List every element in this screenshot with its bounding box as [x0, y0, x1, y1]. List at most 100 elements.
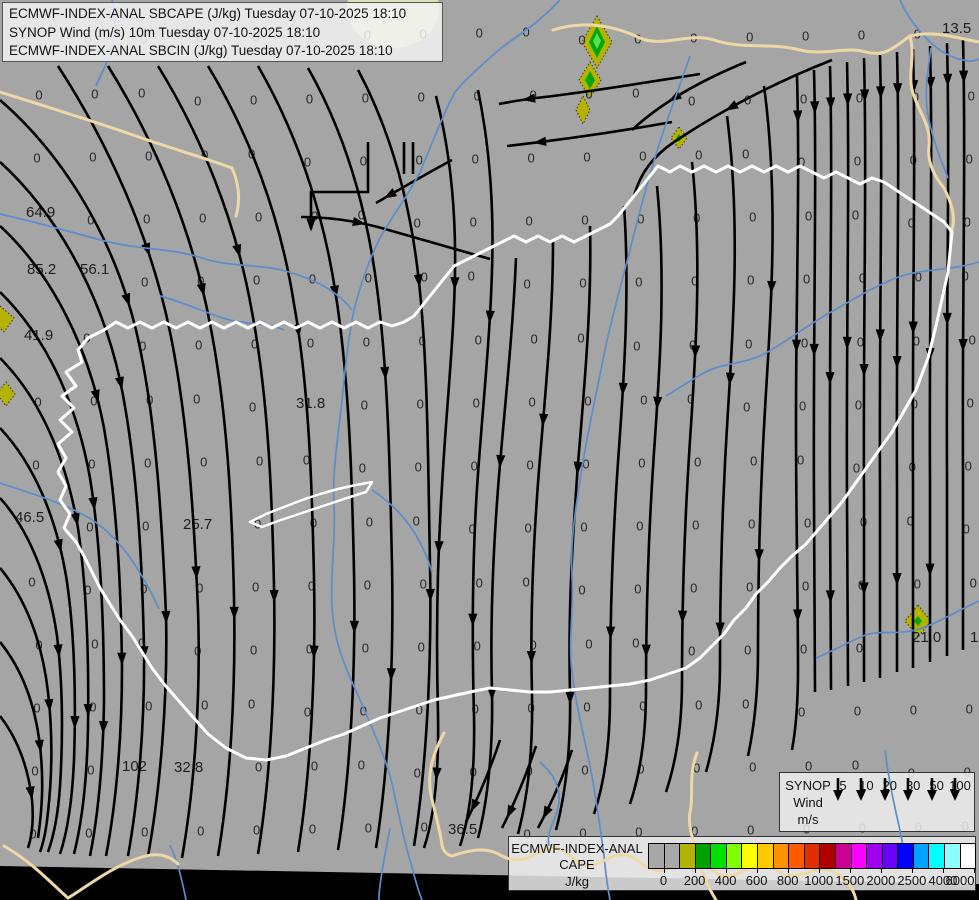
wind-streamline: [422, 95, 457, 849]
zero-value-label: 0: [145, 698, 153, 714]
streamline-arrowhead-icon: [825, 590, 835, 604]
wind-streamline: [458, 89, 494, 847]
cape-color-cell: [663, 844, 680, 868]
zero-value-label: 0: [632, 635, 640, 651]
zero-value-label: 0: [856, 334, 865, 349]
wind-scale-item: 30: [901, 776, 925, 801]
zero-value-label: 0: [855, 90, 864, 106]
zero-value-label: 0: [581, 762, 589, 778]
zero-value-label: 0: [415, 702, 423, 718]
cape-color-cell: [679, 844, 695, 868]
zero-value-label: 0: [799, 91, 808, 107]
zero-value-label: 0: [965, 701, 973, 717]
zero-value-label: 0: [578, 582, 586, 598]
zero-value-label: 0: [254, 209, 263, 225]
title-line-wind: SYNOP Wind (m/s) 10m Tuesday 07-10-2025 …: [9, 24, 321, 40]
cape-color-cell: [912, 844, 929, 868]
wind-streamline: [812, 69, 817, 693]
zero-value-label: 0: [744, 642, 752, 658]
streamline-arrowhead-icon: [380, 366, 390, 380]
rivers: [0, 0, 979, 900]
zero-value-label: 0: [855, 640, 864, 656]
cape-tick-label: 1500: [835, 873, 865, 888]
wind-streamline: [306, 67, 394, 849]
streamline-arrowhead-icon: [485, 310, 495, 324]
cape-legend-subtitle: CAPE: [559, 857, 595, 872]
zero-value-label: 0: [577, 330, 585, 345]
zero-value-label: 0: [584, 393, 592, 409]
zero-value-label: 0: [634, 581, 642, 597]
cape-color-cell: [741, 844, 758, 868]
zero-value-label: 0: [361, 640, 370, 656]
cape-tick-label: 800: [776, 873, 799, 888]
station-value-label: 41.9: [24, 327, 54, 344]
zero-value-label: 0: [857, 27, 866, 43]
streamline-arrowhead-icon: [386, 668, 397, 682]
zero-value-label: 0: [857, 577, 866, 593]
zero-value-label: 0: [33, 150, 41, 166]
zero-value-label: 0: [197, 823, 205, 839]
zero-value-label: 0: [363, 577, 372, 593]
cape-legend-units: J/kg: [565, 874, 589, 889]
cape-color-cell: [943, 844, 960, 868]
zero-value-label: 0: [469, 214, 477, 230]
streamline-arrowhead-icon: [269, 589, 279, 603]
zero-value-label: 0: [365, 514, 374, 530]
station-value-label: 56.1: [80, 261, 110, 278]
zero-value-label: 0: [87, 762, 95, 778]
streamline-arrowhead-icon: [653, 396, 663, 410]
streamline-arrowhead-icon: [292, 323, 302, 338]
streamline-arrowhead-icon: [542, 805, 553, 820]
zero-value-label: 0: [141, 274, 149, 290]
wind-streamline: [878, 54, 883, 678]
zero-value-label: 0: [969, 575, 977, 591]
zero-value-label: 0: [196, 580, 204, 596]
zero-value-label: 0: [248, 399, 257, 415]
wind-streamline: [356, 69, 432, 847]
zero-value-label: 0: [634, 31, 642, 47]
cape-tick-label: 0: [659, 873, 668, 888]
zero-value-label: 0: [306, 335, 315, 350]
cape-color-cell: [788, 844, 804, 868]
streamline-arrowhead-icon: [34, 739, 44, 753]
wind-streamline: [206, 65, 316, 853]
base-map-layer: [0, 0, 979, 900]
streamline-arrowhead-icon: [70, 716, 80, 730]
zero-value-label: 0: [253, 516, 262, 532]
cape-legend-content: ECMWF-INDEX-ANAL CAPE J/kg 0 200 400 600 800…: [508, 836, 976, 891]
wind-streamline: [554, 225, 592, 831]
wind-streamline: [500, 745, 538, 829]
zero-value-label: 0: [525, 763, 533, 779]
station-value-label: 64.9: [26, 204, 56, 221]
zero-value-label: 0: [748, 516, 756, 532]
streamline-arrowhead-icon: [754, 549, 764, 563]
wind-streamline: [536, 749, 574, 829]
streamline-arrowhead-icon: [450, 277, 460, 291]
zero-value-label: 0: [413, 765, 421, 781]
down-arrow-icon: [833, 778, 843, 801]
station-labels-layer: 13.5 64.9 85.2 56.1 41.9 46.5 25.7 31.8 102 32.8 3…: [0, 0, 979, 900]
wind-streamline: [704, 115, 737, 773]
streamline-arrowhead-icon: [539, 413, 549, 427]
zero-value-label: 0: [144, 455, 152, 471]
station-value-label: 36.5: [448, 821, 478, 838]
zero-value-label: 0: [743, 399, 751, 415]
zero-value-label: 0: [853, 153, 862, 169]
zero-value-label: 0: [690, 580, 698, 596]
streamlines-layer: [0, 39, 969, 859]
zero-value-label: 0: [361, 90, 370, 106]
cape-tick-label: 6000: [945, 873, 975, 888]
weather-map: 13.5 64.9 85.2 56.1 41.9 46.5 25.7 31.8 102 32.8 3…: [0, 0, 979, 900]
zero-value-label: 0: [742, 696, 750, 712]
zero-value-label: 0: [247, 696, 256, 712]
zero-value-label: 0: [962, 521, 970, 537]
synop-legend-content: SYNOP Wind m/s 5 10 20 30 50 100: [779, 772, 975, 832]
zero-value-label: 0: [745, 336, 753, 351]
synop-legend-title: SYNOP: [785, 778, 831, 793]
cape-color-cell: [881, 844, 898, 868]
streamline-arrowhead-icon: [306, 218, 316, 232]
zero-value-label: 0: [420, 269, 428, 285]
streamline-arrowhead-icon: [44, 698, 54, 713]
wind-streamline: [256, 65, 356, 851]
streamline-arrowhead-icon: [533, 136, 547, 146]
